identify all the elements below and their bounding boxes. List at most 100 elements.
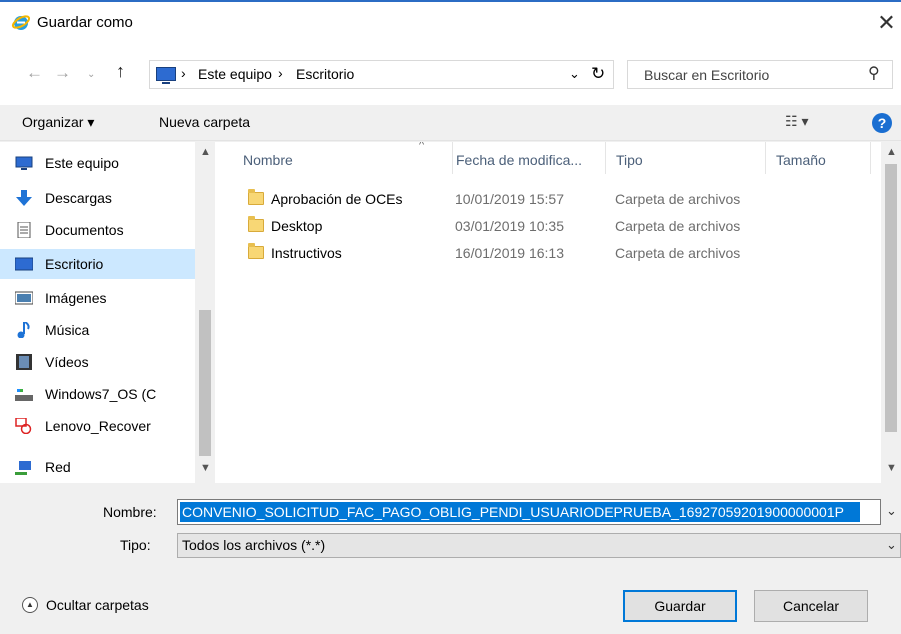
cancel-button[interactable]: Cancelar: [754, 590, 868, 622]
column-header-label: Tipo: [616, 152, 643, 168]
recovery-drive-icon: [15, 418, 32, 434]
organize-menu-button[interactable]: Organizar ▾: [22, 114, 94, 131]
hide-folders-label: Ocultar carpetas: [46, 597, 149, 613]
sort-ascending-icon: ^: [419, 142, 425, 151]
search-box: ⚲: [627, 60, 893, 89]
scroll-down-icon[interactable]: ▼: [200, 462, 211, 474]
sidebar-item-videos[interactable]: Vídeos: [0, 347, 195, 377]
sidebar-item-label: Descargas: [45, 190, 112, 206]
folder-icon: [248, 243, 264, 259]
scroll-up-icon[interactable]: ▲: [886, 146, 897, 158]
file-list-scrollbar[interactable]: ▲ ▼: [881, 142, 901, 483]
sidebar-item-descargas[interactable]: Descargas: [0, 183, 195, 213]
sidebar-item-label: Imágenes: [45, 290, 107, 306]
title-bar: Guardar como ✕: [0, 0, 901, 45]
column-header-label: Tamaño: [776, 152, 826, 168]
save-options-panel: Nombre: ⌄ Tipo: Todos los archivos (*.*)…: [0, 483, 901, 634]
videos-icon: [16, 354, 32, 370]
table-row[interactable]: Desktop 03/01/2019 10:35 Carpeta de arch…: [240, 216, 860, 241]
network-icon: [15, 461, 31, 475]
sidebar-item-label: Documentos: [45, 222, 124, 238]
sidebar-item-documentos[interactable]: Documentos: [0, 215, 195, 245]
chevron-down-icon: ⌄: [886, 537, 897, 552]
file-name: Instructivos: [271, 245, 342, 261]
sidebar-item-label: Windows7_OS (C: [45, 386, 157, 402]
file-date: 16/01/2019 16:13: [455, 245, 564, 261]
sidebar-item-label: Escritorio: [45, 256, 104, 272]
up-arrow-icon[interactable]: ↑: [116, 61, 125, 82]
sidebar-item-red[interactable]: Red: [0, 452, 195, 482]
back-arrow-icon[interactable]: ←: [26, 63, 43, 83]
refresh-icon[interactable]: ↻: [591, 64, 605, 84]
column-header-tamano[interactable]: Tamaño: [766, 142, 871, 174]
filetype-label: Tipo:: [120, 537, 151, 553]
table-row[interactable]: Aprobación de OCEs 10/01/2019 15:57 Carp…: [240, 189, 860, 214]
scroll-thumb[interactable]: [885, 164, 897, 432]
navigation-bar: ← → ⌄ ↑ › Este equipo › Escritorio ⌄ ↻ ⚲: [0, 45, 901, 105]
file-name: Aprobación de OCEs: [271, 191, 403, 207]
collapse-icon: ▲: [22, 597, 38, 613]
column-header-fecha[interactable]: Fecha de modifica...: [446, 142, 606, 174]
address-bar[interactable]: › Este equipo › Escritorio ⌄ ↻: [149, 60, 614, 89]
table-row[interactable]: Instructivos 16/01/2019 16:13 Carpeta de…: [240, 243, 860, 268]
navigation-pane: Este equipo Descargas Documentos Escrito…: [0, 142, 215, 483]
breadcrumb-escritorio[interactable]: Escritorio: [296, 66, 354, 82]
sidebar-item-label: Lenovo_Recover: [45, 418, 151, 434]
column-header-label: Fecha de modifica...: [456, 152, 583, 168]
sidebar-item-windows7-os[interactable]: Windows7_OS (C: [0, 379, 195, 409]
documents-icon: [17, 222, 31, 238]
pictures-icon: [15, 291, 33, 305]
new-folder-button[interactable]: Nueva carpeta: [159, 114, 250, 130]
computer-icon: [15, 156, 33, 170]
recent-locations-icon[interactable]: ⌄: [87, 69, 95, 80]
main-area: Este equipo Descargas Documentos Escrito…: [0, 142, 901, 483]
music-icon: [17, 322, 30, 338]
filename-label: Nombre:: [103, 504, 157, 520]
sidebar-item-musica[interactable]: Música: [0, 315, 195, 345]
breadcrumb-este-equipo[interactable]: Este equipo: [198, 66, 272, 82]
sidebar-item-imagenes[interactable]: Imágenes: [0, 283, 195, 313]
close-icon: ✕: [877, 10, 896, 35]
help-icon[interactable]: ?: [872, 113, 892, 133]
scroll-up-icon[interactable]: ▲: [200, 146, 211, 158]
forward-arrow-icon[interactable]: →: [54, 63, 71, 83]
column-header-tipo[interactable]: Tipo: [606, 142, 766, 174]
file-list: Nombre ^ Fecha de modifica... Tipo Tamañ…: [216, 142, 881, 483]
filetype-select[interactable]: Todos los archivos (*.*) ⌄: [177, 533, 901, 558]
sidebar-item-lenovo-recover[interactable]: Lenovo_Recover: [0, 411, 195, 441]
file-date: 10/01/2019 15:57: [455, 191, 564, 207]
desktop-icon: [15, 257, 33, 271]
file-name: Desktop: [271, 218, 323, 234]
toolbar: Organizar ▾ Nueva carpeta ☷ ▾ ?: [0, 105, 901, 141]
drive-icon: [15, 389, 33, 401]
file-type: Carpeta de archivos: [615, 191, 741, 207]
close-button[interactable]: ✕: [872, 8, 901, 40]
scroll-thumb[interactable]: [199, 310, 211, 456]
filename-field: [177, 499, 881, 525]
column-header-nombre[interactable]: Nombre ^: [233, 142, 453, 174]
breadcrumb-separator-icon[interactable]: ›: [181, 65, 186, 81]
search-input[interactable]: [628, 61, 860, 88]
filename-input[interactable]: [180, 502, 860, 522]
window-title: Guardar como: [37, 14, 133, 31]
column-header-label: Nombre: [243, 152, 293, 168]
sidebar-item-label: Vídeos: [45, 354, 89, 370]
view-options-icon[interactable]: ☷ ▾: [785, 113, 808, 130]
file-date: 03/01/2019 10:35: [455, 218, 564, 234]
address-dropdown-icon[interactable]: ⌄: [569, 66, 580, 82]
save-button[interactable]: Guardar: [623, 590, 737, 622]
breadcrumb-separator-icon[interactable]: ›: [278, 65, 283, 81]
file-type: Carpeta de archivos: [615, 218, 741, 234]
download-icon: [16, 190, 32, 206]
sidebar-item-label: Música: [45, 322, 90, 338]
sidebar-item-este-equipo[interactable]: Este equipo: [0, 148, 195, 178]
sidebar-scrollbar[interactable]: ▲ ▼: [195, 142, 215, 483]
search-icon[interactable]: ⚲: [868, 63, 880, 83]
scroll-down-icon[interactable]: ▼: [886, 462, 897, 474]
sidebar-item-label: Este equipo: [45, 155, 119, 171]
folder-icon: [248, 216, 264, 232]
internet-explorer-icon: [11, 15, 31, 30]
chevron-down-icon[interactable]: ⌄: [886, 503, 897, 519]
sidebar-item-escritorio[interactable]: Escritorio: [0, 249, 195, 279]
folder-icon: [248, 189, 264, 205]
